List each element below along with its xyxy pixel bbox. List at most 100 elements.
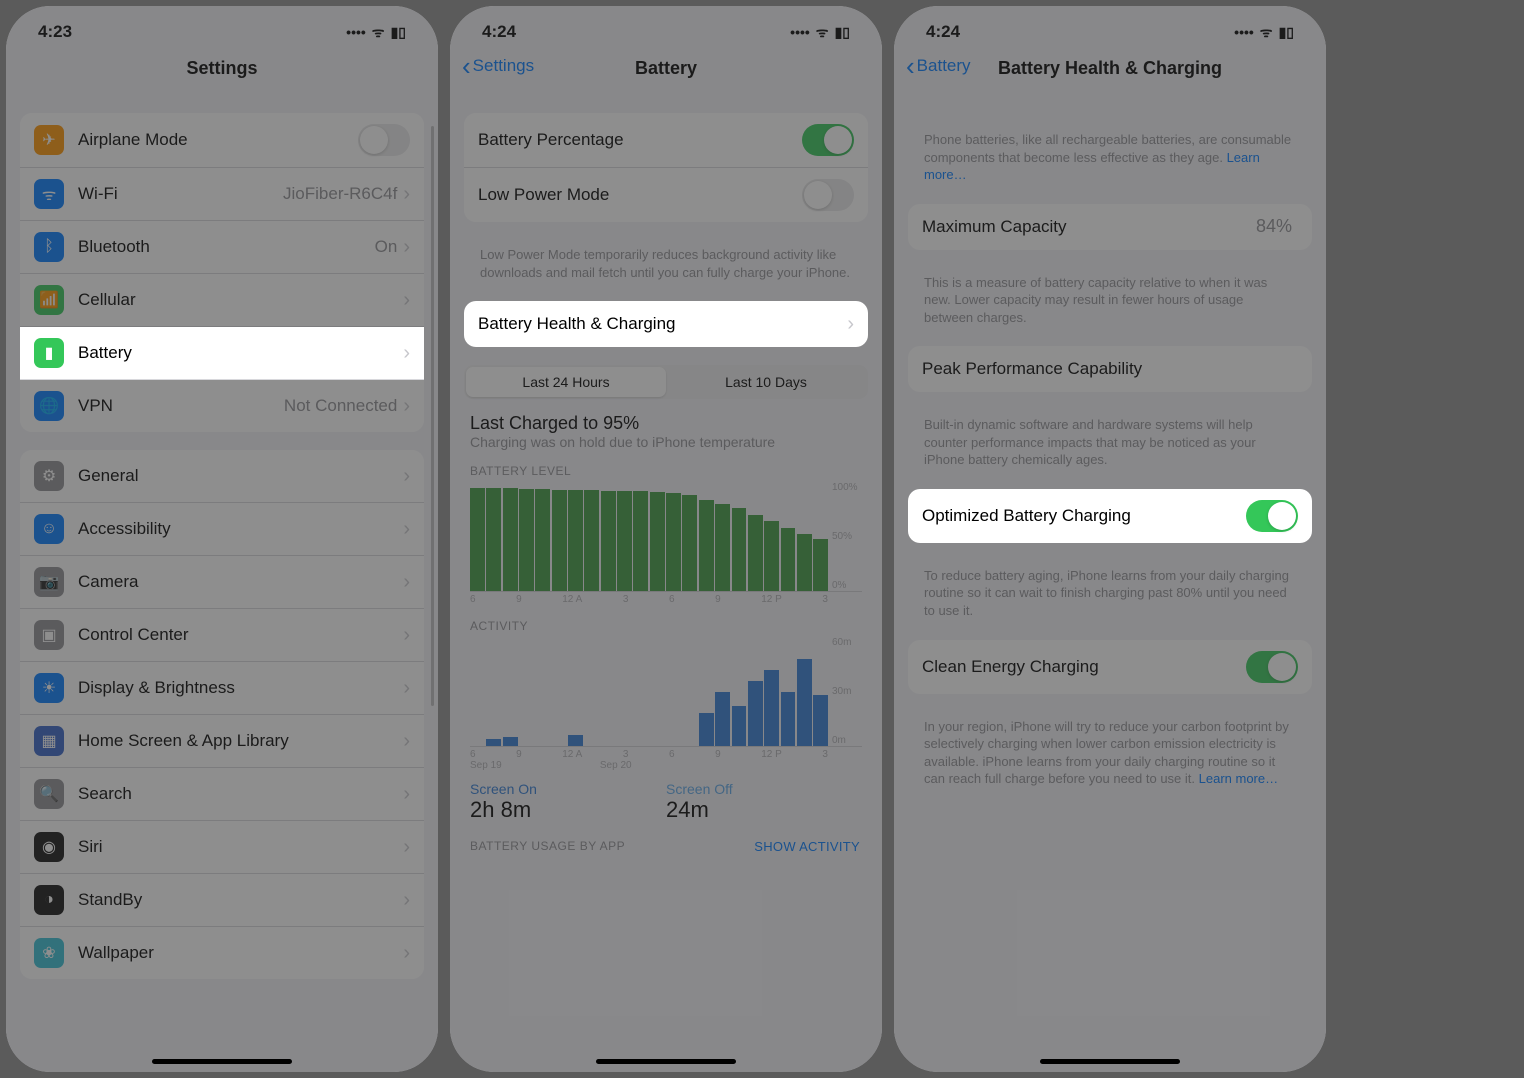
- clean-energy-desc: In your region, iPhone will try to reduc…: [894, 712, 1326, 790]
- chart-bar: [781, 692, 796, 747]
- peak-perf-group: Peak Performance Capability: [908, 346, 1312, 392]
- back-label: Settings: [473, 56, 534, 76]
- standby-icon: ◑: [34, 885, 64, 915]
- time-range-segment[interactable]: Last 24 Hours Last 10 Days: [464, 365, 868, 399]
- home-screen-icon: ▦: [34, 726, 64, 756]
- row-label: Wi-Fi: [78, 184, 283, 204]
- xtick: 9: [715, 749, 721, 760]
- settings-row-battery[interactable]: ▮Battery›: [20, 327, 424, 380]
- max-capacity-desc: This is a measure of battery capacity re…: [894, 268, 1326, 329]
- xtick: 9: [516, 594, 522, 605]
- learn-more-link[interactable]: Learn more…: [1199, 771, 1278, 786]
- chevron-right-icon: ›: [403, 836, 410, 859]
- settings-row-bluetooth[interactable]: ᛒBluetoothOn›: [20, 221, 424, 274]
- chart-bar: [503, 737, 518, 746]
- max-capacity-row[interactable]: Maximum Capacity 84%: [908, 204, 1312, 250]
- battery-percentage-toggle[interactable]: [802, 124, 854, 156]
- battery-icon: ▮▯: [1279, 24, 1294, 41]
- settings-row-cellular[interactable]: 📶Cellular›: [20, 274, 424, 327]
- row-label: Low Power Mode: [478, 185, 802, 205]
- optimized-charging-group: Optimized Battery Charging: [908, 489, 1312, 543]
- settings-row-control-center[interactable]: ▣Control Center›: [20, 609, 424, 662]
- chevron-right-icon: ›: [403, 465, 410, 488]
- xsub: Sep 20: [600, 760, 632, 771]
- general-icon: ⚙: [34, 461, 64, 491]
- clean-energy-group: Clean Energy Charging: [908, 640, 1312, 694]
- last-charged-heading: Last Charged to 95% Charging was on hold…: [450, 405, 882, 450]
- xtick: 6: [470, 749, 476, 760]
- segment-10d[interactable]: Last 10 Days: [666, 367, 866, 397]
- home-indicator[interactable]: [596, 1059, 736, 1064]
- chevron-right-icon: ›: [403, 730, 410, 753]
- battery-health-row[interactable]: Battery Health & Charging ›: [464, 301, 868, 347]
- chevron-right-icon: ›: [403, 571, 410, 594]
- airplane-toggle[interactable]: [358, 124, 410, 156]
- xtick: 12 P: [761, 749, 782, 760]
- settings-row-camera[interactable]: 📷Camera›: [20, 556, 424, 609]
- settings-row-general[interactable]: ⚙ General›: [20, 450, 424, 503]
- page-title: Settings: [186, 58, 257, 78]
- row-label: General: [78, 466, 403, 486]
- chart-bar: [797, 659, 812, 746]
- display-icon: ☀: [34, 673, 64, 703]
- show-activity-button[interactable]: SHOW ACTIVITY: [754, 839, 882, 854]
- clean-energy-row[interactable]: Clean Energy Charging: [908, 640, 1312, 694]
- activity-chart: 60m 30m 0m: [470, 637, 862, 747]
- wifi-icon: ᯤ: [816, 23, 829, 42]
- chart-bar: [764, 670, 779, 746]
- row-label: Maximum Capacity: [922, 217, 1256, 237]
- optimized-charging-toggle[interactable]: [1246, 500, 1298, 532]
- chart-bar: [552, 490, 567, 591]
- xtick: 12 A: [562, 594, 582, 605]
- row-label: Peak Performance Capability: [922, 359, 1298, 379]
- chart-bar: [748, 515, 763, 591]
- stat-key: Screen On: [470, 781, 666, 797]
- clean-energy-toggle[interactable]: [1246, 651, 1298, 683]
- x-axis-labels: 6912 A36912 P3: [470, 594, 828, 605]
- settings-row-siri[interactable]: ◉Siri›: [20, 821, 424, 874]
- control-center-icon: ▣: [34, 620, 64, 650]
- chart-bar: [732, 508, 747, 591]
- settings-row-search[interactable]: 🔍Search›: [20, 768, 424, 821]
- settings-row-wifi[interactable]: ᯤWi-FiJioFiber-R6C4f›: [20, 168, 424, 221]
- segment-24h[interactable]: Last 24 Hours: [466, 367, 666, 397]
- back-button[interactable]: ‹ Battery: [906, 56, 971, 76]
- settings-row-display[interactable]: ☀Display & Brightness›: [20, 662, 424, 715]
- status-right: •••• ᯤ ▮▯: [790, 23, 850, 42]
- chart-bar: [601, 491, 616, 591]
- settings-row-home-screen[interactable]: ▦ Home Screen & App Library›: [20, 715, 424, 768]
- wallpaper-icon: ❀: [34, 938, 64, 968]
- chevron-left-icon: ‹: [906, 58, 915, 75]
- low-power-mode-row[interactable]: Low Power Mode: [464, 168, 868, 222]
- home-indicator[interactable]: [152, 1059, 292, 1064]
- low-power-mode-toggle[interactable]: [802, 179, 854, 211]
- settings-row-vpn[interactable]: 🌐VPNNot Connected›: [20, 380, 424, 432]
- row-label: Battery Health & Charging: [478, 314, 847, 334]
- settings-row-accessibility[interactable]: ☺Accessibility›: [20, 503, 424, 556]
- xtick: 3: [623, 594, 629, 605]
- xtick: 6: [470, 594, 476, 605]
- settings-row-standby[interactable]: ◑StandBy›: [20, 874, 424, 927]
- optimized-charging-desc: To reduce battery aging, iPhone learns f…: [894, 561, 1326, 622]
- scrollbar[interactable]: [431, 126, 434, 706]
- row-value: JioFiber-R6C4f: [283, 184, 397, 204]
- screen-time-stats: Screen On 2h 8m Screen Off 24m: [450, 771, 882, 833]
- settings-row-wallpaper[interactable]: ❀Wallpaper›: [20, 927, 424, 979]
- chart-bar: [813, 695, 828, 746]
- optimized-charging-row[interactable]: Optimized Battery Charging: [908, 489, 1312, 543]
- chart-bar: [633, 491, 648, 591]
- nav-bar: Settings: [6, 50, 438, 95]
- chevron-left-icon: ‹: [462, 58, 471, 75]
- battery-percentage-row[interactable]: Battery Percentage: [464, 113, 868, 168]
- back-button[interactable]: ‹ Settings: [462, 56, 534, 76]
- ylabel: 60m: [832, 637, 862, 648]
- row-label: Bluetooth: [78, 237, 375, 257]
- settings-row-airplane[interactable]: ✈Airplane Mode: [20, 113, 424, 168]
- peak-perf-row[interactable]: Peak Performance Capability: [908, 346, 1312, 392]
- xtick: 3: [822, 749, 828, 760]
- home-indicator[interactable]: [1040, 1059, 1180, 1064]
- row-label: StandBy: [78, 890, 403, 910]
- chevron-right-icon: ›: [403, 783, 410, 806]
- row-label: Home Screen & App Library: [78, 731, 403, 751]
- xsub: Sep 19: [470, 760, 502, 771]
